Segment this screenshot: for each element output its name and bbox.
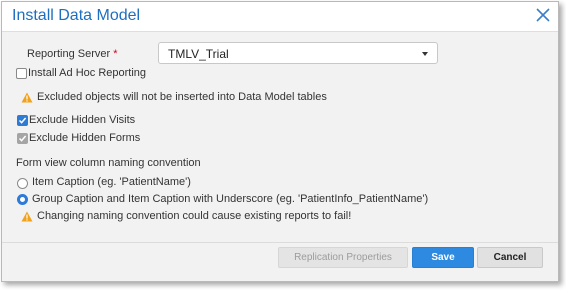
exclude-hidden-forms-label[interactable]: Exclude Hidden Forms: [29, 132, 140, 144]
install-data-model-dialog: Install Data Model Reporting Server * TM…: [1, 1, 559, 282]
naming-option-item-caption-label[interactable]: Item Caption (eg. 'PatientName'): [32, 176, 191, 188]
checkmark-icon: [18, 135, 27, 142]
naming-convention-label: Form view column naming convention: [16, 157, 201, 169]
naming-option-group-caption-label[interactable]: Group Caption and Item Caption with Unde…: [32, 193, 428, 205]
naming-option-group-caption-radio[interactable]: [17, 194, 28, 205]
naming-option-item-caption-radio[interactable]: [17, 178, 28, 189]
required-mark: *: [113, 48, 118, 60]
warning-icon: [21, 92, 33, 103]
dialog-title: Install Data Model: [12, 7, 141, 24]
excluded-objects-warning: Excluded objects will not be inserted in…: [37, 91, 327, 103]
replication-properties-button[interactable]: Replication Properties: [278, 247, 408, 268]
warning-icon: [21, 211, 33, 222]
reporting-server-label-text: Reporting Server: [27, 48, 111, 60]
checkmark-icon: [18, 117, 27, 124]
reporting-server-select[interactable]: TMLV_Trial: [158, 42, 438, 64]
install-adhoc-checkbox[interactable]: [16, 68, 27, 79]
reporting-server-value: TMLV_Trial: [168, 47, 229, 61]
naming-convention-warning: Changing naming convention could cause e…: [37, 210, 352, 222]
cancel-button[interactable]: Cancel: [477, 247, 543, 268]
exclude-hidden-forms-checkbox[interactable]: [17, 133, 28, 144]
dialog-titlebar: Install Data Model: [2, 2, 558, 32]
reporting-server-label: Reporting Server *: [27, 48, 118, 60]
exclude-hidden-visits-label[interactable]: Exclude Hidden Visits: [29, 114, 135, 126]
footer-divider: [2, 242, 558, 243]
close-icon[interactable]: [536, 8, 550, 22]
exclude-hidden-visits-checkbox[interactable]: [17, 115, 28, 126]
chevron-down-icon: [422, 52, 428, 56]
install-adhoc-label[interactable]: Install Ad Hoc Reporting: [28, 67, 146, 79]
save-button[interactable]: Save: [412, 247, 474, 268]
